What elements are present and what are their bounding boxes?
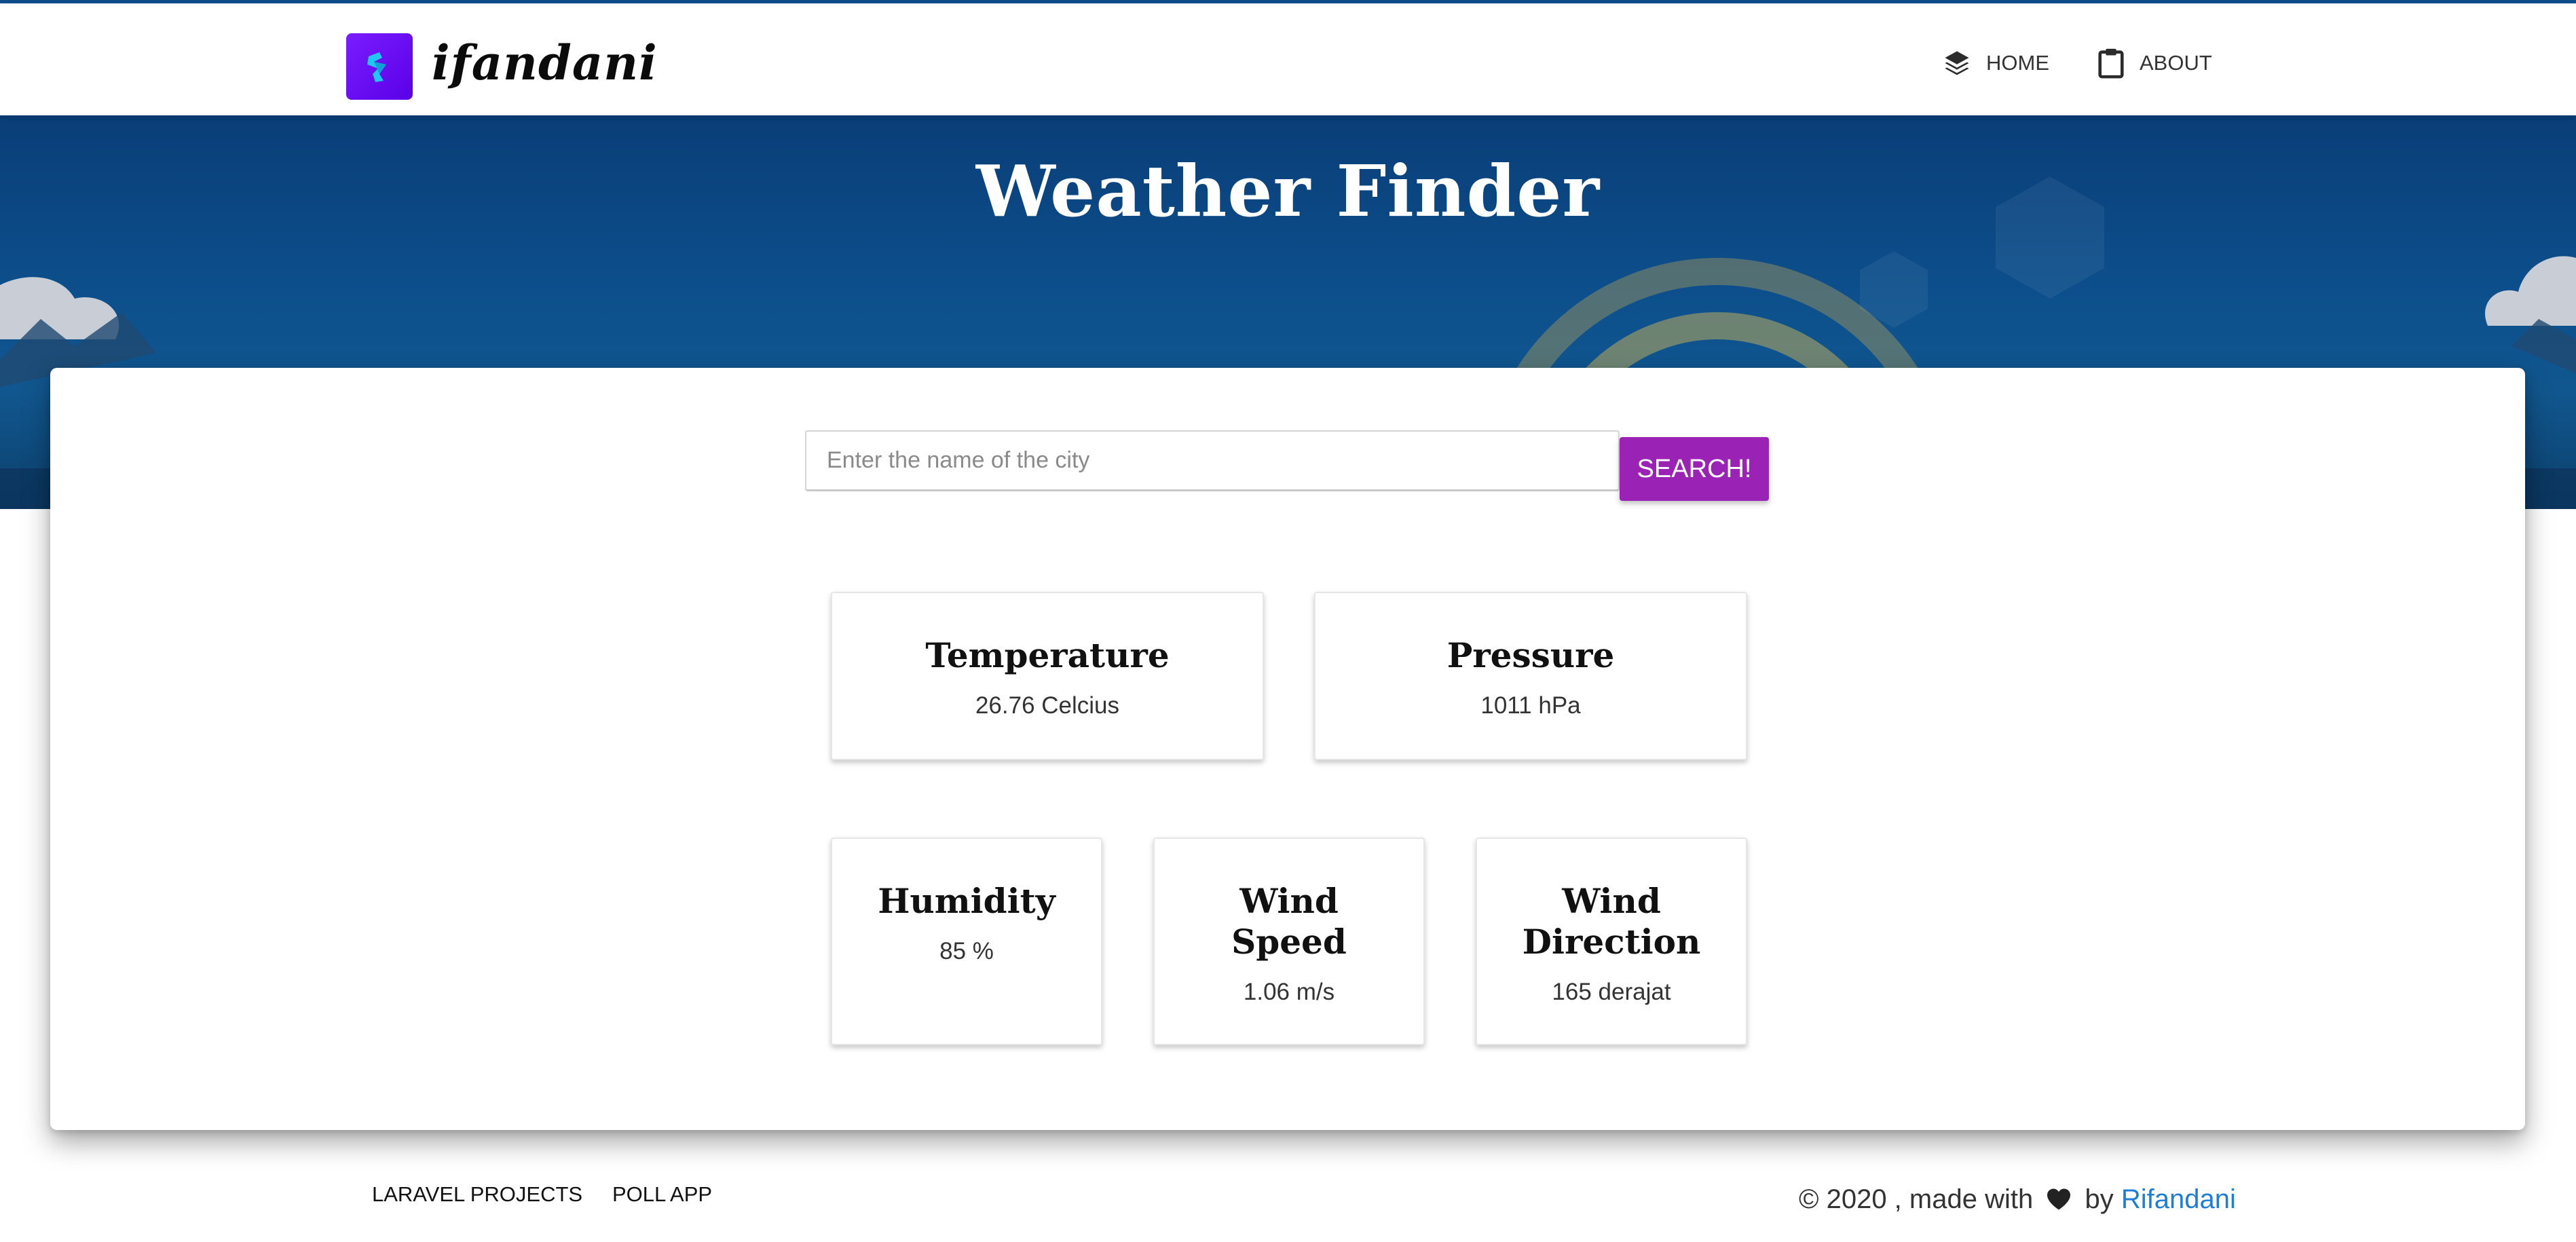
pressure-card: Pressure 1011 hPa [1314, 592, 1747, 760]
nav-home[interactable]: HOME [1943, 44, 2049, 82]
search-button[interactable]: SEARCH! [1620, 437, 1769, 501]
main-card: SEARCH! Temperature 26.76 Celcius Pressu… [50, 368, 2525, 1130]
brand-logo[interactable] [346, 33, 413, 100]
footer-credit: © 2020 , made with by Rifandani [1799, 1184, 2236, 1215]
wind-direction-value: 165 derajat [1552, 979, 1671, 1005]
nav-home-label: HOME [1986, 51, 2049, 75]
temperature-value: 26.76 Celcius [975, 692, 1120, 719]
wind-speed-value: 1.06 m/s [1243, 979, 1335, 1005]
wind-direction-label-line1: Wind [1562, 881, 1661, 921]
logo-icon [367, 52, 386, 82]
humidity-card: Humidity 85 % [831, 838, 1102, 1045]
footer-link-poll-app[interactable]: POLL APP [612, 1182, 712, 1207]
page-title: Weather Finder [975, 149, 1601, 233]
pressure-label: Pressure [1446, 635, 1615, 675]
pressure-value: 1011 hPa [1480, 692, 1581, 719]
navbar: ifandani HOME ABOUT [0, 3, 2576, 115]
heart-icon [2047, 1188, 2071, 1210]
wind-speed-label-line2: Speed [1231, 922, 1347, 962]
clipboard-icon [2098, 48, 2124, 79]
temperature-card: Temperature 26.76 Celcius [831, 592, 1264, 760]
layers-icon [1945, 51, 1969, 75]
humidity-label: Humidity [878, 881, 1056, 921]
author-link[interactable]: Rifandani [2121, 1184, 2236, 1214]
wind-speed-label-line1: Wind [1239, 881, 1339, 921]
nav-about[interactable]: ABOUT [2097, 44, 2212, 82]
humidity-value: 85 % [939, 938, 994, 964]
temperature-label: Temperature [925, 635, 1170, 675]
footer-link-laravel-projects[interactable]: LARAVEL PROJECTS [372, 1182, 582, 1207]
wind-direction-card: Wind Direction 165 derajat [1476, 838, 1747, 1045]
wind-direction-label-line2: Direction [1522, 922, 1701, 962]
brand-name[interactable]: ifandani [432, 29, 658, 97]
wind-speed-card: Wind Speed 1.06 m/s [1153, 838, 1425, 1045]
credit-by: by [2085, 1184, 2114, 1214]
nav-about-label: ABOUT [2140, 51, 2212, 75]
city-search-input[interactable] [805, 430, 1620, 491]
credit-prefix: © 2020 , made with [1799, 1184, 2034, 1214]
